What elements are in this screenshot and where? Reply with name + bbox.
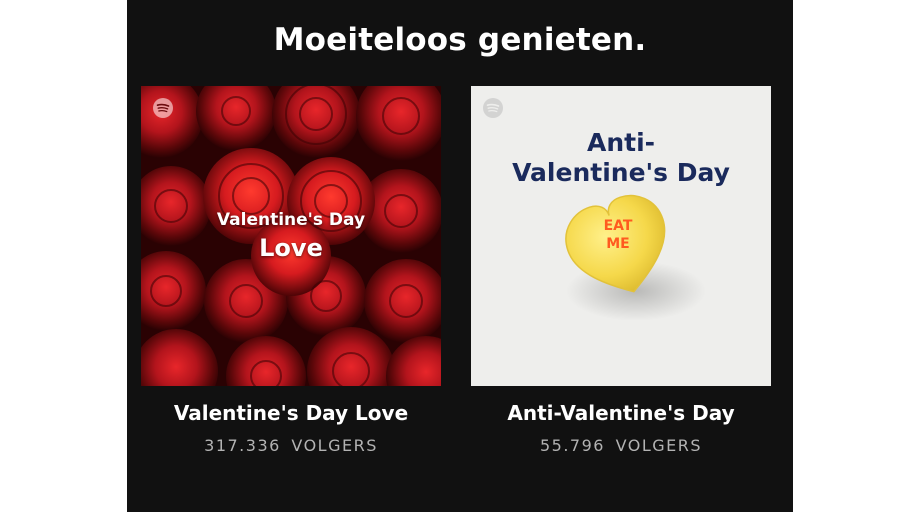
cover-title-line-2: Valentine's Day <box>512 158 730 187</box>
playlist-cover-candy-heart[interactable]: Anti- Valentine's Day EAT ME <box>471 86 771 386</box>
playlist-section: Moeiteloos genieten. Valentine's Day Lov… <box>127 0 793 512</box>
playlist-card-anti-valentines-day[interactable]: Anti- Valentine's Day EAT ME Anti-Valent… <box>471 86 771 455</box>
spotify-logo-icon <box>153 98 173 118</box>
playlist-card-valentines-day-love[interactable]: Valentine's Day Love Valentine's Day Lov… <box>141 86 441 455</box>
playlist-title[interactable]: Valentine's Day Love <box>141 401 441 425</box>
spotify-logo-icon <box>483 98 503 118</box>
follower-label: VOLGERS <box>615 436 703 455</box>
follower-number: 55.796 <box>539 436 605 455</box>
cover-title-line-1: Valentine's Day <box>216 210 366 230</box>
playlist-cover-roses[interactable]: Valentine's Day Love <box>141 86 441 386</box>
follower-label: VOLGERS <box>291 436 378 455</box>
candy-heart-text-line-2: ME <box>606 236 630 252</box>
follower-count: 55.796 VOLGERS <box>471 436 771 455</box>
follower-count: 317.336 VOLGERS <box>141 436 441 455</box>
follower-number: 317.336 <box>204 436 281 455</box>
cover-title-line-2: Love <box>259 234 323 262</box>
cover-title-line-1: Anti- <box>586 128 656 157</box>
playlist-title[interactable]: Anti-Valentine's Day <box>471 401 771 425</box>
candy-heart-text-line-1: EAT <box>603 218 633 234</box>
section-heading: Moeiteloos genieten. <box>273 22 647 58</box>
